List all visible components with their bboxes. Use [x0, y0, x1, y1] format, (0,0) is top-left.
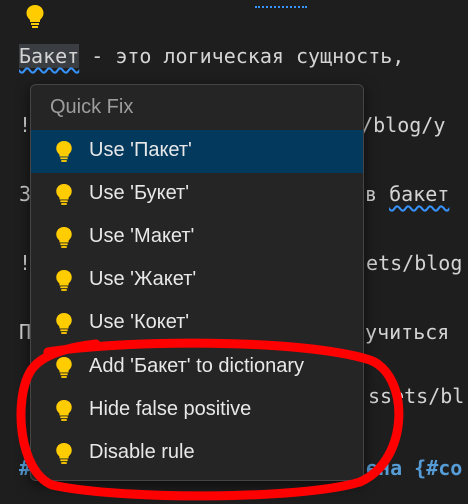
quick-fix-item-disable-rule[interactable]: Disable rule: [31, 432, 363, 475]
quick-fix-item-hide-false-positive[interactable]: Hide false positive: [31, 389, 363, 432]
lightbulb-icon: [54, 181, 74, 212]
lightbulb-icon: [54, 310, 74, 341]
quick-fix-item-use-maket[interactable]: Use 'Макет': [31, 216, 363, 259]
quick-fix-item-label: Use 'Букет': [89, 182, 190, 204]
editor-line-5-end: лучиться: [353, 320, 450, 344]
editor-line-3-end: в бакет: [365, 182, 450, 206]
quick-fix-item-label: Hide false positive: [89, 398, 252, 420]
lightbulb-icon: [54, 224, 74, 255]
quick-fix-item-label: Use 'Жакет': [89, 268, 197, 290]
editor-line-4-end: sets/blog: [354, 251, 463, 275]
quick-fix-item-label: Use 'Макет': [89, 225, 195, 247]
quick-fix-item-label: Disable rule: [89, 441, 195, 463]
editor-line-1: Бакет - это логическая сущность,: [19, 44, 405, 68]
quick-fix-item-label: Use 'Кокет': [89, 311, 190, 333]
lightbulb-icon: [54, 354, 74, 385]
quick-fix-item-add-to-dictionary[interactable]: Add 'Бакет' to dictionary: [31, 346, 363, 389]
lightbulb-icon: [54, 397, 74, 428]
quick-fix-item-label: Use 'Пакет': [89, 139, 192, 161]
lightbulb-icon: [54, 138, 74, 169]
quick-fix-item-use-zhaket[interactable]: Use 'Жакет': [31, 259, 363, 302]
quick-fix-menu: Quick Fix Use 'Пакет' Use 'Букет' Use 'М…: [30, 84, 364, 481]
lightbulb-icon: [54, 440, 74, 471]
quick-fix-item-use-paket[interactable]: Use 'Пакет': [31, 130, 363, 173]
misspelled-word[interactable]: Бакет: [19, 44, 80, 68]
quick-fix-title: Quick Fix: [50, 96, 134, 118]
lightbulb-icon[interactable]: [24, 3, 46, 33]
quick-fix-item-label: Add 'Бакет' to dictionary: [89, 355, 305, 377]
quick-fix-item-use-koket[interactable]: Use 'Кокет': [31, 302, 363, 345]
lightbulb-icon: [54, 267, 74, 298]
editor-line-6-end: ssets/bl: [368, 384, 465, 408]
misspelled-word-2[interactable]: бакет: [389, 182, 449, 206]
spelling-squiggle: [255, 0, 307, 8]
editor-line-7-end: ена {#co: [366, 456, 463, 480]
quick-fix-item-use-buket[interactable]: Use 'Букет': [31, 173, 363, 216]
